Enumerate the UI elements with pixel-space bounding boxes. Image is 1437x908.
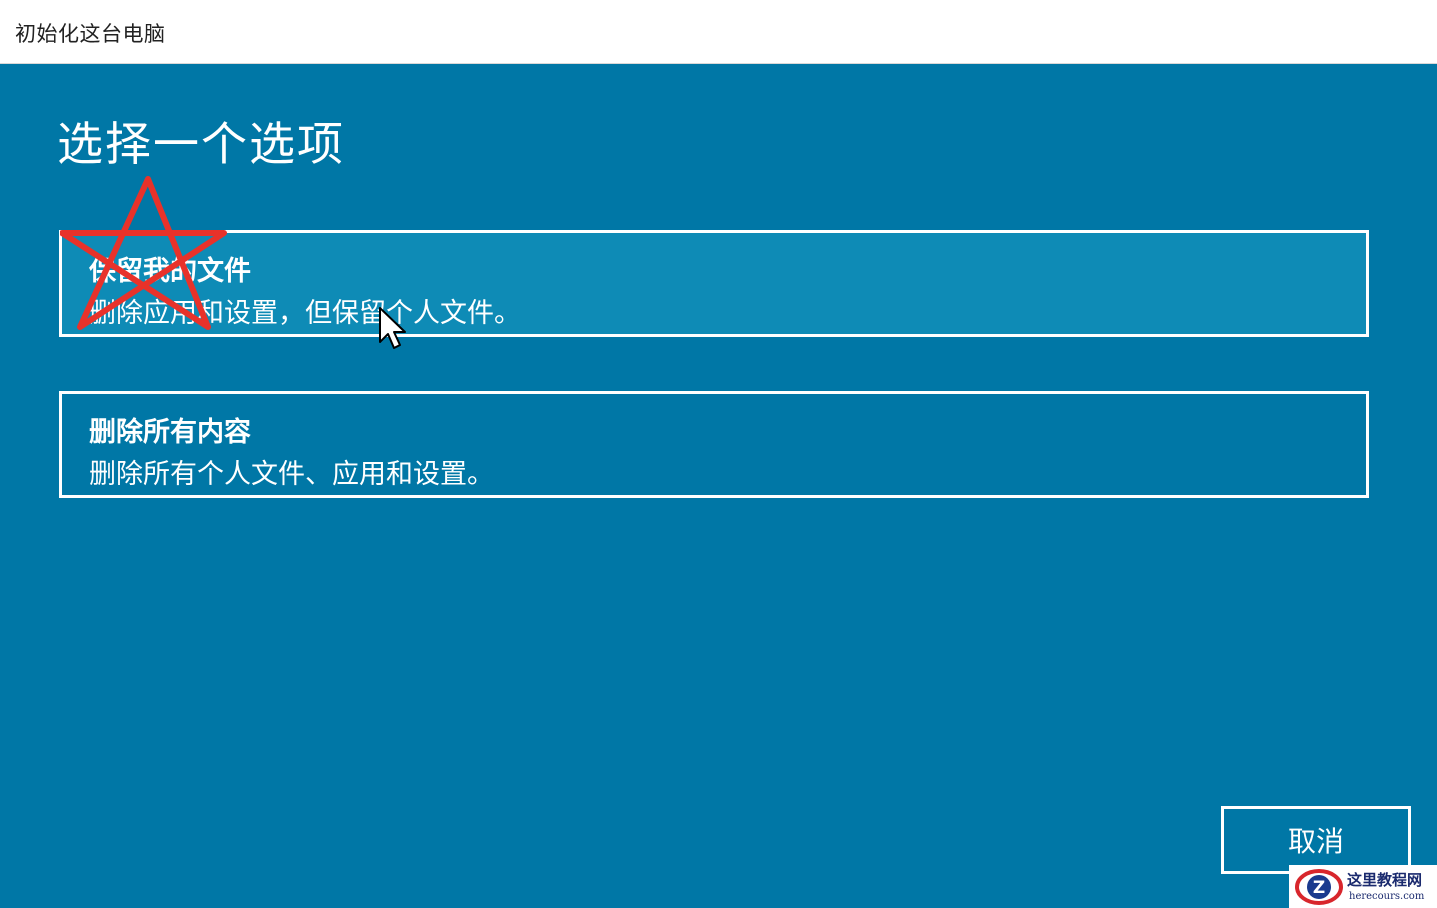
site-watermark: Z 这里教程网 herecours.com: [1289, 865, 1437, 908]
option-description: 删除应用和设置，但保留个人文件。: [89, 298, 521, 329]
svg-text:Z: Z: [1313, 878, 1325, 898]
site-logo-icon: Z: [1295, 869, 1343, 905]
cancel-button[interactable]: 取消: [1221, 806, 1411, 874]
title-bar: 初始化这台电脑: [0, 0, 1437, 64]
remove-everything-option[interactable]: 删除所有内容 删除所有个人文件、应用和设置。: [59, 391, 1369, 498]
option-description: 删除所有个人文件、应用和设置。: [89, 459, 494, 490]
page-title: 选择一个选项: [57, 117, 345, 171]
watermark-url: herecours.com: [1349, 891, 1425, 902]
option-title: 删除所有内容: [89, 417, 251, 448]
watermark-name: 这里教程网: [1347, 871, 1423, 889]
window-title: 初始化这台电脑: [15, 22, 166, 46]
option-title: 保留我的文件: [89, 256, 251, 287]
keep-my-files-option[interactable]: 保留我的文件 删除应用和设置，但保留个人文件。: [59, 230, 1369, 337]
